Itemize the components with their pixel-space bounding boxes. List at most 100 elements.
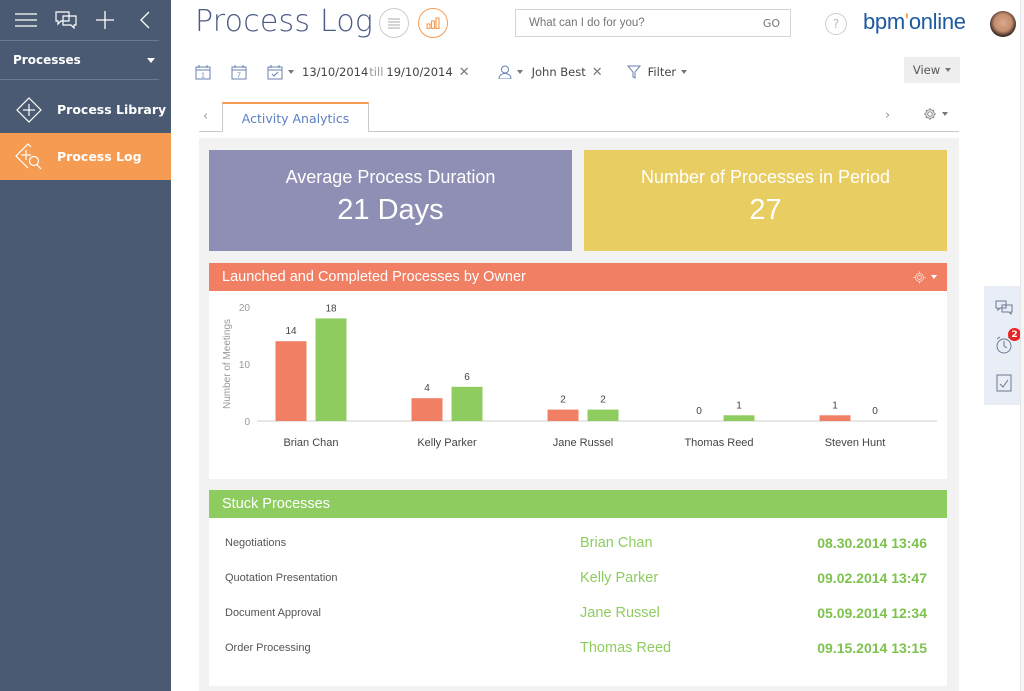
go-button[interactable]: GO — [763, 17, 780, 30]
gear-icon — [924, 108, 936, 120]
bar-completed — [451, 386, 483, 421]
list-icon — [388, 18, 400, 28]
bar-chart-icon — [426, 17, 440, 29]
bar-launched — [819, 415, 851, 421]
menu-icon[interactable] — [13, 7, 39, 33]
bar-launched — [275, 341, 307, 421]
dashboard-panel: Average Process Duration 21 Days Number … — [199, 138, 959, 691]
data-label: 2 — [560, 395, 566, 406]
stuck-date: 08.30.2014 13:46 — [817, 535, 927, 551]
kpi-average-duration: Average Process Duration 21 Days — [209, 150, 572, 251]
chart-card: Launched and Completed Processes by Owne… — [209, 263, 947, 479]
kpi-label: Average Process Duration — [285, 167, 496, 187]
chevron-down-icon — [288, 70, 294, 74]
tab-activity-analytics[interactable]: Activity Analytics — [222, 102, 369, 132]
gear-icon — [913, 271, 926, 283]
calendar-day-icon[interactable]: 1 — [195, 64, 211, 80]
filter-button[interactable]: Filter — [626, 65, 688, 79]
sidebar-toolbar — [0, 0, 171, 40]
analytics-view-button[interactable] — [418, 8, 448, 38]
help-button[interactable]: ? — [825, 13, 847, 35]
filter-bar: 1 7 13/10/2014 till 19/10/2014 ✕ John Be… — [195, 64, 688, 80]
owner-link[interactable]: Jane Russel — [580, 605, 660, 621]
clear-date-filter-icon[interactable]: ✕ — [459, 65, 470, 80]
process-name: Quotation Presentation — [225, 572, 338, 584]
y-tick-label: 0 — [244, 417, 250, 428]
owner-value: John Best — [531, 65, 586, 79]
chevron-down-icon — [681, 70, 688, 74]
bar-completed — [587, 409, 619, 421]
clear-owner-filter-icon[interactable]: ✕ — [592, 65, 603, 80]
tab-bar: ‹ Activity Analytics › — [199, 100, 959, 132]
chart-settings-button[interactable] — [913, 271, 937, 284]
process-name: Order Processing — [225, 642, 311, 654]
table-row: Order Processing Thomas Reed 09.15.2014 … — [209, 640, 947, 660]
bar-completed — [723, 415, 755, 421]
owner-filter[interactable] — [498, 65, 523, 79]
svg-text:1: 1 — [201, 73, 205, 80]
stuck-date: 09.02.2014 13:47 — [817, 570, 927, 586]
collapse-icon[interactable] — [132, 7, 158, 33]
date-to[interactable]: 19/10/2014 — [386, 65, 452, 79]
chart-title: Launched and Completed Processes by Owne… — [222, 269, 526, 285]
bar-chart: Number of Meetings010201418Brian Chan46K… — [222, 303, 937, 449]
stuck-processes-card: Stuck Processes Negotiations Brian Chan … — [209, 490, 947, 686]
process-name: Document Approval — [225, 607, 321, 619]
owner-link[interactable]: Brian Chan — [580, 535, 653, 551]
funnel-icon — [626, 65, 641, 79]
svg-text:7: 7 — [237, 73, 241, 80]
sidebar: Processes Process Library Process Log — [0, 0, 171, 691]
main-area: Process Log GO ? bpm'online 1 7 13/10/20… — [171, 0, 1024, 691]
data-label: 1 — [832, 400, 838, 411]
y-tick-label: 10 — [239, 360, 251, 371]
calendar-week-icon[interactable]: 7 — [231, 64, 247, 80]
process-log-icon — [0, 142, 57, 171]
tab-scroll-left-icon[interactable]: ‹ — [203, 109, 208, 124]
chevron-down-icon — [942, 112, 948, 116]
data-label: 6 — [464, 372, 470, 383]
bar-launched — [547, 409, 579, 421]
x-tick-label: Brian Chan — [283, 437, 338, 449]
scrollbar[interactable] — [1020, 0, 1024, 691]
tab-scroll-right-icon[interactable]: › — [885, 108, 890, 123]
kpi-process-count: Number of Processes in Period 27 — [584, 150, 947, 251]
table-row: Document Approval Jane Russel 05.09.2014… — [209, 605, 947, 625]
till-label: till — [369, 65, 384, 79]
view-button[interactable]: View — [904, 57, 960, 83]
bar-completed — [315, 318, 347, 421]
bpmonline-logo: bpm'online — [863, 9, 966, 34]
command-search: GO — [515, 9, 791, 37]
data-label: 0 — [872, 406, 878, 417]
chevron-down-icon — [147, 57, 155, 63]
date-from[interactable]: 13/10/2014 — [302, 65, 368, 79]
data-label: 18 — [325, 303, 337, 314]
owner-link[interactable]: Kelly Parker — [580, 570, 658, 586]
data-label: 14 — [285, 326, 297, 337]
process-name: Negotiations — [225, 537, 287, 549]
stuck-date: 05.09.2014 12:34 — [817, 605, 927, 621]
stuck-title: Stuck Processes — [222, 496, 330, 512]
task-icon[interactable] — [994, 373, 1014, 393]
data-label: 4 — [424, 383, 430, 394]
calendar-period-icon[interactable] — [267, 64, 294, 80]
add-icon[interactable] — [92, 7, 118, 33]
chart-card-header: Launched and Completed Processes by Owne… — [209, 263, 947, 291]
sidebar-item-process-log[interactable]: Process Log — [0, 133, 171, 180]
chevron-down-icon — [516, 70, 523, 74]
data-label: 0 — [696, 406, 702, 417]
chat-icon[interactable] — [53, 7, 79, 33]
x-tick-label: Steven Hunt — [825, 437, 886, 449]
page-title: Process Log — [195, 4, 374, 39]
owner-link[interactable]: Thomas Reed — [580, 640, 671, 656]
search-input[interactable] — [529, 17, 729, 29]
dashboard-settings-button[interactable] — [923, 107, 948, 121]
chat-icon[interactable] — [994, 297, 1014, 317]
sidebar-item-process-library[interactable]: Process Library — [0, 86, 171, 133]
user-avatar[interactable] — [990, 11, 1016, 37]
x-tick-label: Jane Russel — [553, 437, 614, 449]
list-view-button[interactable] — [379, 8, 409, 38]
bar-launched — [411, 398, 443, 421]
section-selector[interactable]: Processes — [0, 40, 159, 80]
sidebar-item-label: Process Library — [57, 102, 167, 117]
data-label: 2 — [600, 395, 606, 406]
